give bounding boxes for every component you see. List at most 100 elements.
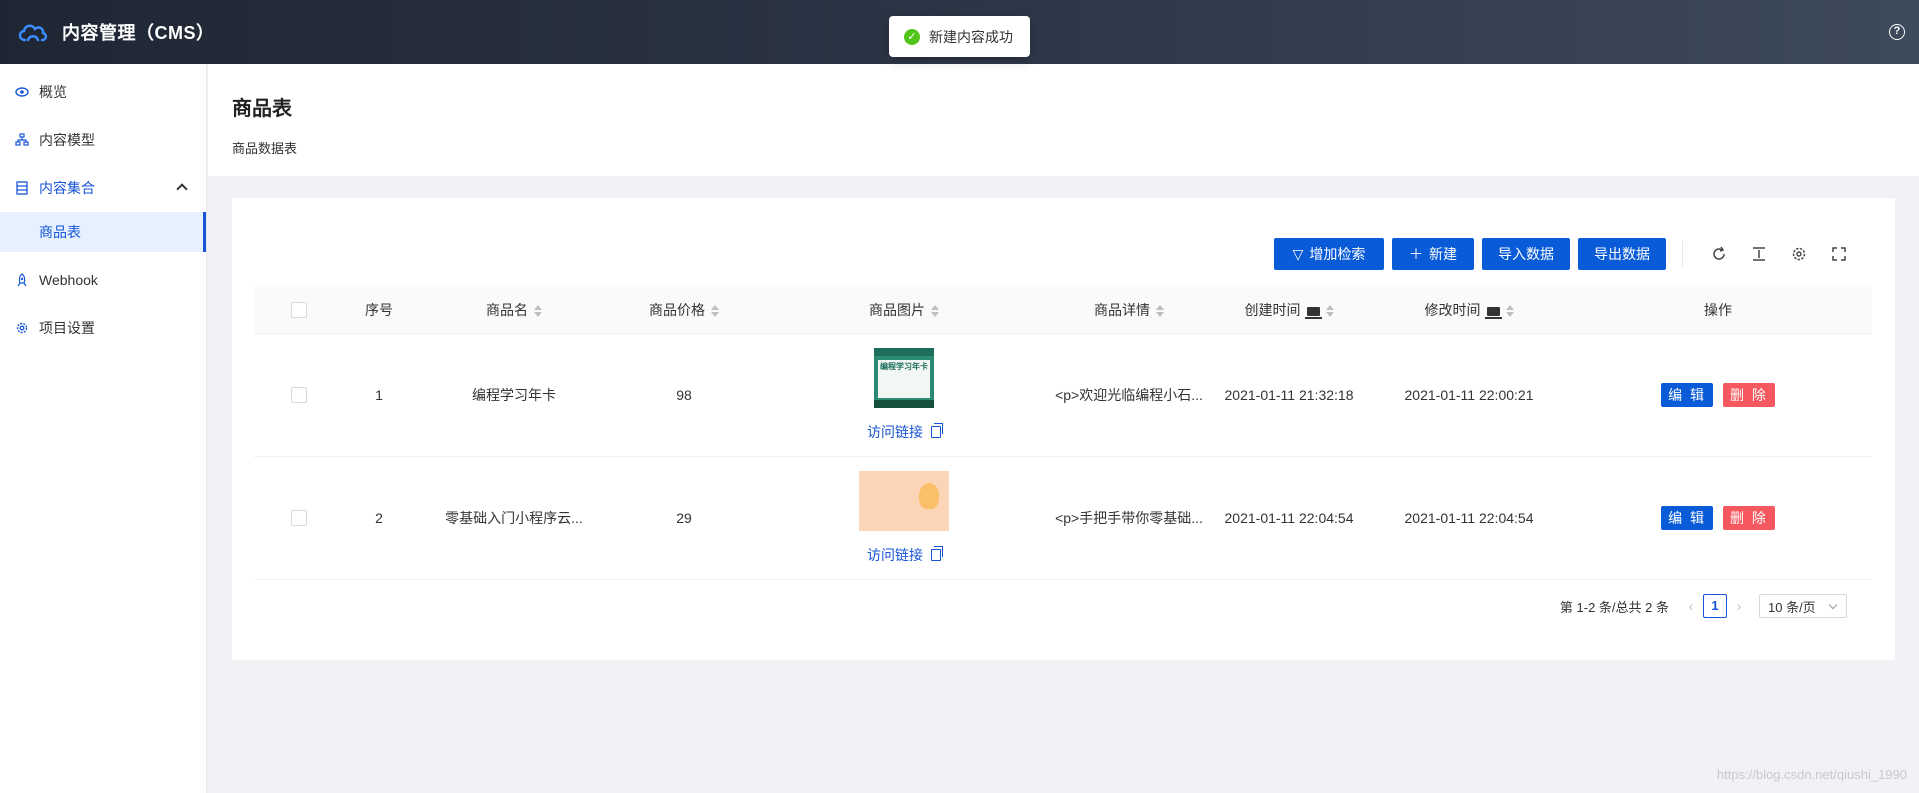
sidebar-item-label: 项目设置 xyxy=(39,320,95,336)
plus-icon: ＋ xyxy=(1409,246,1423,262)
page-header: 商品表 商品数据表 xyxy=(208,64,1919,176)
page-number[interactable]: 1 xyxy=(1703,594,1727,618)
product-thumbnail[interactable]: 编程学习年卡 xyxy=(874,347,934,408)
table-row: 2 零基础入门小程序云... 29 访问链接 <p>手把手带你零基础... 20… xyxy=(254,456,1872,580)
cell-detail: <p>手把手带你零基础... xyxy=(1054,456,1204,580)
sidebar-item-overview[interactable]: 概览 xyxy=(0,72,206,112)
column-header-image[interactable]: 商品图片 xyxy=(754,287,1054,334)
page-size-select[interactable]: 10 条/页 xyxy=(1759,594,1847,618)
product-table: 序号 商品名 商品价格 商品图片 商品详情 创建时间 修改时间 操作 1 编程学… xyxy=(254,287,1872,580)
sidebar-item-project-settings[interactable]: 项目设置 xyxy=(0,308,206,348)
cell-image: 编程学习年卡 访问链接 xyxy=(754,333,1054,457)
delete-button[interactable]: 删 除 xyxy=(1722,505,1775,530)
sort-icon[interactable] xyxy=(1505,305,1514,318)
chevron-down-icon xyxy=(1828,600,1838,610)
visit-link[interactable]: 访问链接 xyxy=(867,422,943,442)
cell-index: 1 xyxy=(344,333,414,457)
edit-button[interactable]: 编 辑 xyxy=(1661,505,1714,530)
question-circle-icon[interactable]: ? xyxy=(1889,24,1905,40)
chevron-left-icon[interactable]: ‹ xyxy=(1684,598,1698,614)
column-header-index: 序号 xyxy=(344,287,414,334)
visit-link[interactable]: 访问链接 xyxy=(867,545,943,565)
sort-icon[interactable] xyxy=(711,305,719,318)
select-all-cell xyxy=(254,287,344,334)
check-circle-icon: ✓ xyxy=(904,28,920,45)
row-checkbox[interactable] xyxy=(291,387,307,404)
chevron-up-icon[interactable] xyxy=(176,183,188,195)
column-header-name[interactable]: 商品名 xyxy=(414,287,614,334)
gear-icon xyxy=(16,322,28,334)
laptop-icon xyxy=(1304,306,1322,319)
laptop-icon xyxy=(1484,306,1502,319)
column-height-icon[interactable] xyxy=(1751,246,1767,262)
cell-price: 29 xyxy=(614,456,754,580)
sidebar-item-content-collection[interactable]: 内容集合 xyxy=(0,168,206,208)
select-all-checkbox[interactable] xyxy=(291,302,307,319)
cell-actions: 编 辑 删 除 xyxy=(1564,333,1872,457)
sidebar-item-label: 概览 xyxy=(39,84,67,100)
table-header-row: 序号 商品名 商品价格 商品图片 商品详情 创建时间 修改时间 操作 xyxy=(254,287,1872,334)
sort-icon[interactable] xyxy=(1156,305,1164,318)
delete-button[interactable]: 删 除 xyxy=(1722,382,1775,407)
new-button[interactable]: ＋ 新建 xyxy=(1392,238,1474,270)
cell-created: 2021-01-11 22:04:54 xyxy=(1204,456,1374,580)
table-row: 1 编程学习年卡 98 编程学习年卡 访问链接 <p>欢迎光临编程小石... 2… xyxy=(254,333,1872,457)
table-toolbar: ▽ 增加检索 ＋ 新建 导入数据 导出数据 xyxy=(1266,238,1859,270)
cell-actions: 编 辑 删 除 xyxy=(1564,456,1872,580)
sidebar-item-label: 内容集合 xyxy=(39,180,95,196)
success-toast: ✓ 新建内容成功 xyxy=(889,16,1030,57)
cell-modified: 2021-01-11 22:00:21 xyxy=(1374,333,1564,457)
sidebar-item-label: 内容模型 xyxy=(39,132,95,148)
import-data-button[interactable]: 导入数据 xyxy=(1482,238,1570,270)
sort-icon[interactable] xyxy=(931,305,939,318)
fullscreen-icon[interactable] xyxy=(1831,246,1847,262)
cell-index: 2 xyxy=(344,456,414,580)
column-header-price[interactable]: 商品价格 xyxy=(614,287,754,334)
app-title: 内容管理（CMS） xyxy=(62,23,215,43)
sort-icon[interactable] xyxy=(1325,305,1334,318)
copy-icon[interactable] xyxy=(931,545,943,561)
page-title: 商品表 xyxy=(232,98,292,120)
sitemap-icon xyxy=(15,133,29,146)
add-search-button[interactable]: ▽ 增加检索 xyxy=(1274,238,1384,270)
setting-icon[interactable] xyxy=(1791,246,1807,262)
cell-name: 零基础入门小程序云... xyxy=(414,456,614,580)
pagination-summary: 第 1-2 条/总共 2 条 xyxy=(1559,599,1669,615)
sort-icon[interactable] xyxy=(534,305,542,318)
rocket-icon xyxy=(17,273,27,287)
cell-modified: 2021-01-11 22:04:54 xyxy=(1374,456,1564,580)
column-header-detail[interactable]: 商品详情 xyxy=(1054,287,1204,334)
sidebar-item-webhook[interactable]: Webhook xyxy=(0,260,206,300)
row-checkbox[interactable] xyxy=(291,510,307,527)
lightbulb-icon xyxy=(919,482,939,509)
database-icon xyxy=(16,181,28,195)
copy-icon[interactable] xyxy=(931,422,943,438)
sidebar-item-label: 商品表 xyxy=(39,224,81,240)
eye-icon xyxy=(15,87,29,97)
watermark: https://blog.csdn.net/qiushi_1990 xyxy=(1716,767,1907,782)
export-data-button[interactable]: 导出数据 xyxy=(1578,238,1666,270)
sidebar-item-label: Webhook xyxy=(39,272,98,288)
edit-button[interactable]: 编 辑 xyxy=(1661,382,1714,407)
reload-icon[interactable] xyxy=(1711,246,1727,262)
table-card: ▽ 增加检索 ＋ 新建 导入数据 导出数据 序号 商品名 商品价格 商品图片 商… xyxy=(232,198,1895,660)
cloud-logo-icon xyxy=(18,24,48,42)
cell-price: 98 xyxy=(614,333,754,457)
product-thumbnail[interactable] xyxy=(859,470,949,531)
pagination: 第 1-2 条/总共 2 条 ‹ 1 › 10 条/页 xyxy=(1560,594,1847,618)
sidebar-item-content-model[interactable]: 内容模型 xyxy=(0,120,206,160)
column-header-created[interactable]: 创建时间 xyxy=(1204,287,1374,334)
cell-detail: <p>欢迎光临编程小石... xyxy=(1054,333,1204,457)
column-header-actions: 操作 xyxy=(1564,287,1872,334)
sidebar: 概览 内容模型 内容集合 商品表 Webhook 项目设置 xyxy=(0,64,207,793)
toolbar-divider xyxy=(1682,241,1683,267)
cell-image: 访问链接 xyxy=(754,456,1054,580)
toast-message: 新建内容成功 xyxy=(929,28,1013,45)
sidebar-item-product-table[interactable]: 商品表 xyxy=(0,212,206,252)
cell-name: 编程学习年卡 xyxy=(414,333,614,457)
filter-icon: ▽ xyxy=(1292,245,1304,262)
chevron-right-icon[interactable]: › xyxy=(1732,598,1746,614)
column-header-modified[interactable]: 修改时间 xyxy=(1374,287,1564,334)
page-description: 商品数据表 xyxy=(232,141,298,156)
cell-created: 2021-01-11 21:32:18 xyxy=(1204,333,1374,457)
